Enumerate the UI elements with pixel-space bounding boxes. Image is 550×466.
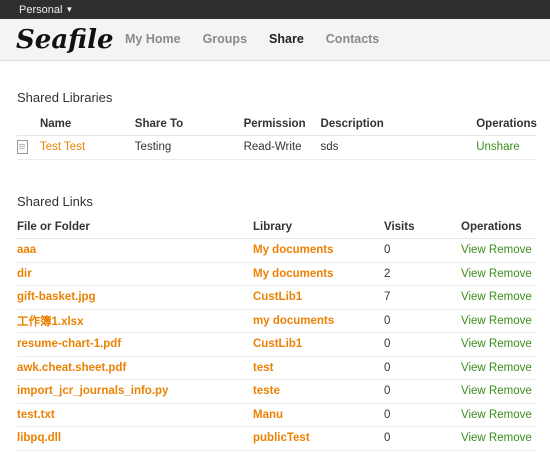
visits-value: 2 bbox=[384, 262, 461, 286]
file-link[interactable]: awk.cheat.sheet.pdf bbox=[17, 356, 253, 380]
view-link[interactable]: View bbox=[461, 315, 486, 327]
nav-groups[interactable]: Groups bbox=[203, 19, 247, 60]
table-header-row: Name Share To Permission Description Ope… bbox=[17, 112, 537, 136]
view-link[interactable]: View bbox=[461, 432, 486, 444]
view-link[interactable]: View bbox=[461, 291, 486, 303]
library-link[interactable]: publicTest bbox=[253, 426, 384, 451]
nav-my-home[interactable]: My Home bbox=[125, 19, 181, 60]
visits-value: 0 bbox=[384, 238, 461, 263]
library-link[interactable]: Manu bbox=[253, 403, 384, 427]
shared-links-table: File or Folder Library Visits Operations… bbox=[17, 215, 537, 451]
operations-cell: View Remove bbox=[461, 238, 537, 263]
table-row: import_jcr_journals_info.py teste 0 View Re… bbox=[17, 379, 537, 404]
remove-link[interactable]: Remove bbox=[489, 338, 532, 350]
visits-value: 0 bbox=[384, 332, 461, 357]
library-icon-cell bbox=[17, 135, 40, 160]
remove-link[interactable]: Remove bbox=[489, 409, 532, 421]
file-link[interactable]: test.txt bbox=[17, 403, 253, 427]
col-library: Library bbox=[253, 215, 384, 239]
table-row: resume-chart-1.pdf CustLib1 0 View Remove bbox=[17, 332, 537, 357]
view-link[interactable]: View bbox=[461, 244, 486, 256]
view-link[interactable]: View bbox=[461, 338, 486, 350]
permission-value: Read-Write bbox=[243, 135, 321, 160]
library-link[interactable]: CustLib1 bbox=[253, 285, 384, 310]
operations-cell: View Remove bbox=[461, 262, 537, 286]
file-link[interactable]: import_jcr_journals_info.py bbox=[17, 379, 253, 404]
view-link[interactable]: View bbox=[461, 362, 486, 374]
operations-cell: View Remove bbox=[461, 356, 537, 380]
library-link[interactable]: my documents bbox=[253, 309, 384, 333]
library-link[interactable]: test bbox=[253, 356, 384, 380]
remove-link[interactable]: Remove bbox=[489, 268, 532, 280]
table-row: libpq.dll publicTest 0 View Remove bbox=[17, 426, 537, 451]
remove-link[interactable]: Remove bbox=[489, 244, 532, 256]
remove-link[interactable]: Remove bbox=[489, 291, 532, 303]
unshare-link[interactable]: Unshare bbox=[476, 135, 537, 160]
col-permission: Permission bbox=[243, 112, 321, 136]
account-menu[interactable]: Personal ▼ bbox=[19, 4, 73, 16]
description-value: sds bbox=[320, 135, 477, 160]
col-share-to: Share To bbox=[134, 112, 244, 136]
col-visits: Visits bbox=[384, 215, 461, 239]
file-link[interactable]: resume-chart-1.pdf bbox=[17, 332, 253, 357]
remove-link[interactable]: Remove bbox=[489, 362, 532, 374]
table-row: gift-basket.jpg CustLib1 7 View Remove bbox=[17, 285, 537, 310]
col-operations: Operations bbox=[476, 112, 537, 136]
table-row: awk.cheat.sheet.pdf test 0 View Remove bbox=[17, 356, 537, 380]
operations-cell: View Remove bbox=[461, 426, 537, 451]
table-row: 工作簿1.xlsx my documents 0 View Remove bbox=[17, 309, 537, 333]
visits-value: 0 bbox=[384, 379, 461, 404]
file-link[interactable]: gift-basket.jpg bbox=[17, 285, 253, 310]
col-operations: Operations bbox=[461, 215, 537, 239]
header: Seafile My Home Groups Share Contacts bbox=[0, 19, 550, 61]
visits-value: 7 bbox=[384, 285, 461, 310]
view-link[interactable]: View bbox=[461, 268, 486, 280]
col-file-or-folder: File or Folder bbox=[17, 215, 253, 239]
file-link[interactable]: 工作簿1.xlsx bbox=[17, 309, 253, 333]
remove-link[interactable]: Remove bbox=[489, 432, 532, 444]
seafile-logo[interactable]: Seafile bbox=[16, 25, 114, 55]
shared-libraries-title: Shared Libraries bbox=[17, 90, 113, 105]
shared-libraries-table: Name Share To Permission Description Ope… bbox=[17, 112, 537, 160]
operations-cell: View Remove bbox=[461, 332, 537, 357]
table-row: aaa My documents 0 View Remove bbox=[17, 238, 537, 263]
library-icon bbox=[17, 139, 28, 154]
operations-cell: View Remove bbox=[461, 309, 537, 333]
share-to-value: Testing bbox=[134, 135, 244, 160]
operations-cell: View Remove bbox=[461, 285, 537, 310]
visits-value: 0 bbox=[384, 309, 461, 333]
view-link[interactable]: View bbox=[461, 385, 486, 397]
col-description: Description bbox=[320, 112, 477, 136]
caret-down-icon: ▼ bbox=[65, 5, 74, 14]
library-link[interactable]: teste bbox=[253, 379, 384, 404]
file-link[interactable]: dir bbox=[17, 262, 253, 286]
header-icon-cell bbox=[17, 112, 40, 136]
shared-links-title: Shared Links bbox=[17, 194, 93, 209]
visits-value: 0 bbox=[384, 356, 461, 380]
visits-value: 0 bbox=[384, 426, 461, 451]
account-label: Personal bbox=[19, 4, 63, 16]
col-name: Name bbox=[39, 112, 135, 136]
table-row: test.txt Manu 0 View Remove bbox=[17, 403, 537, 427]
top-bar: Personal ▼ bbox=[0, 0, 550, 19]
remove-link[interactable]: Remove bbox=[489, 315, 532, 327]
nav-contacts[interactable]: Contacts bbox=[326, 19, 379, 60]
shared-links-body: aaa My documents 0 View Remove dir My documen… bbox=[17, 238, 537, 451]
table-header-row: File or Folder Library Visits Operations bbox=[17, 215, 537, 239]
operations-cell: View Remove bbox=[461, 379, 537, 404]
library-link[interactable]: My documents bbox=[253, 238, 384, 263]
table-row: Test Test Testing Read-Write sds Unshare bbox=[17, 135, 537, 160]
library-name-link[interactable]: Test Test bbox=[39, 135, 135, 160]
visits-value: 0 bbox=[384, 403, 461, 427]
nav-share[interactable]: Share bbox=[269, 19, 304, 60]
main-nav: My Home Groups Share Contacts bbox=[125, 19, 401, 60]
operations-cell: View Remove bbox=[461, 403, 537, 427]
file-link[interactable]: aaa bbox=[17, 238, 253, 263]
table-row: dir My documents 2 View Remove bbox=[17, 262, 537, 286]
file-link[interactable]: libpq.dll bbox=[17, 426, 253, 451]
view-link[interactable]: View bbox=[461, 409, 486, 421]
remove-link[interactable]: Remove bbox=[489, 385, 532, 397]
library-link[interactable]: CustLib1 bbox=[253, 332, 384, 357]
library-link[interactable]: My documents bbox=[253, 262, 384, 286]
